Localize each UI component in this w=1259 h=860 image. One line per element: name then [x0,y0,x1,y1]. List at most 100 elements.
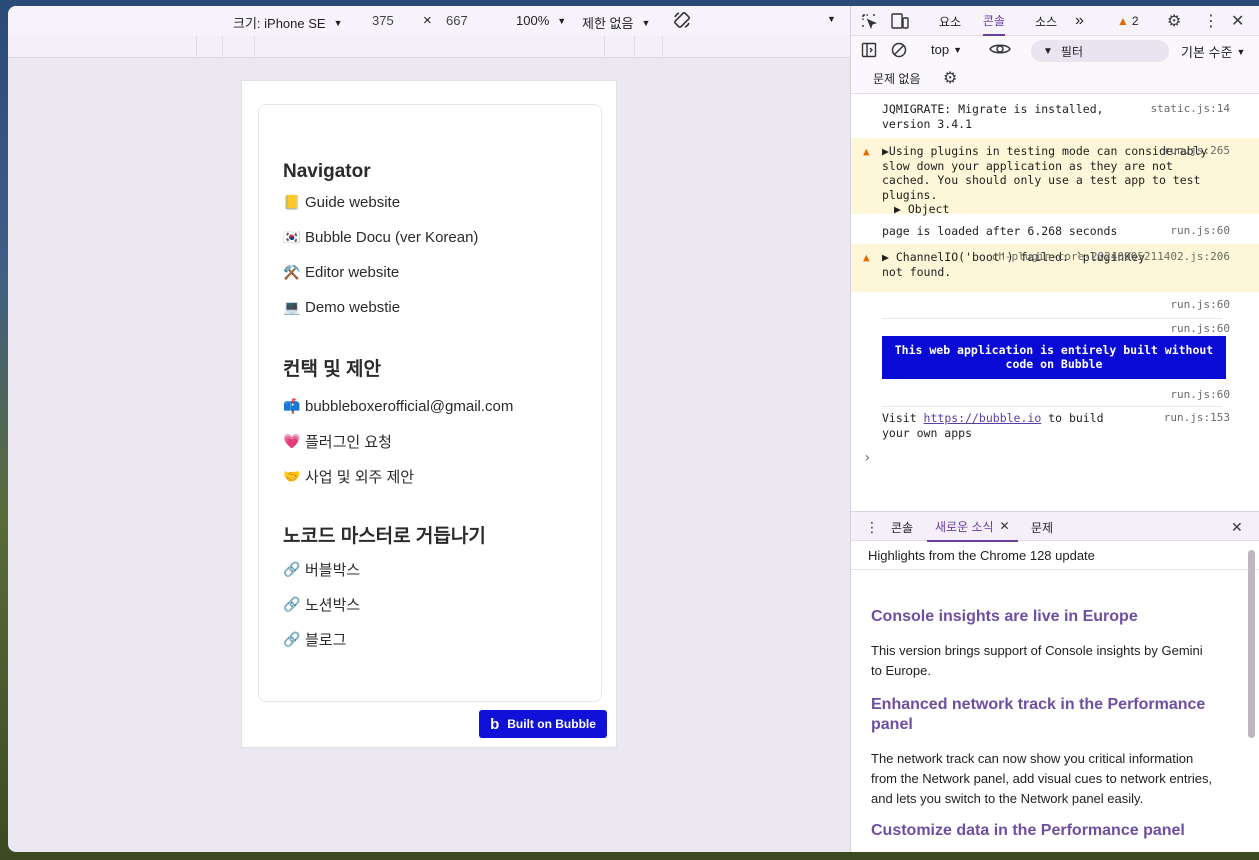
log-level-select[interactable]: 기본 수준 ▼ [1181,42,1245,61]
link-bubblebox[interactable]: 🔗 버블박스 [283,552,486,587]
link-label: Demo webstie [305,299,401,316]
source-link[interactable]: run.js:60 [1170,388,1230,403]
settings-gear-icon[interactable]: ⚙ [1167,6,1181,36]
whats-new-content: Console insights are live in Europe This… [871,570,1216,841]
link-icon: 🔗 [283,631,301,647]
throttle-select[interactable]: 제한 없음 ▼ [582,13,650,32]
bubble-io-link[interactable]: https://bubble.io [924,411,1042,425]
section-title: Navigator [283,161,371,182]
scrollbar[interactable] [1248,550,1255,738]
more-tabs-icon[interactable]: » [1075,6,1084,36]
filter-placeholder: 필터 [1060,44,1083,59]
expand-object[interactable]: ▶ Object [882,202,1259,217]
issues-count: 2 [1131,14,1139,28]
console-message: page is loaded after 6.268 seconds run.j… [851,224,1259,244]
link-bubble-docu[interactable]: 🇰🇷 Bubble Docu (ver Korean) [283,220,478,255]
filter-input[interactable]: ▼ 필터 [1031,40,1169,62]
kebab-menu-icon[interactable]: ⋮ [1203,6,1219,36]
news-heading[interactable]: Enhanced network track in the Performanc… [871,695,1216,735]
mailbox-icon: 📫 [283,398,301,414]
height-value: 667 [446,13,468,28]
source-link[interactable]: run.js:60 [1170,224,1230,239]
close-icon[interactable]: ✕ [1231,6,1244,36]
link-email[interactable]: 📫 bubbleboxerofficial@gmail.com [283,389,513,424]
zoom-select[interactable]: 100% ▼ [516,13,566,28]
sidebar-toggle-icon[interactable] [861,42,877,58]
console-settings-gear-icon[interactable]: ⚙ [943,68,957,88]
devtools-panel: 요소 콘솔 소스 » ▲ 2 ⚙ ⋮ ✕ top ▼ ▼ 필터 기본 수준 ▼ … [850,6,1259,852]
source-link[interactable]: run.js:60 [1170,298,1230,313]
link-icon: 🔗 [283,596,301,612]
link-notionbox[interactable]: 🔗 노션박스 [283,587,486,622]
link-label: 노션박스 [305,597,361,614]
link-label: 버블박스 [305,562,361,579]
close-drawer-icon[interactable]: ✕ [1231,512,1243,542]
navigator-card: Navigator 📒 Guide website 🇰🇷 Bubble Docu (… [258,104,602,702]
device-select[interactable]: 크기: iPhone SE ▼ [233,13,343,32]
drawer-tab-whats-new[interactable]: 새로운 소식 ✕ [927,512,1018,542]
close-tab-icon[interactable]: ✕ [1000,519,1010,533]
whats-new-header: Highlights from the Chrome 128 update [851,542,1259,570]
source-link[interactable]: run.js:153 [1164,411,1230,426]
warning-icon: ▲ [863,145,870,158]
link-label: Editor website [305,264,400,281]
korea-flag-icon: 🇰🇷 [283,229,301,245]
caret-down-icon: ▼ [1236,46,1246,57]
section-navigator: Navigator 📒 Guide website 🇰🇷 Bubble Docu (… [283,161,478,325]
drawer-tab-console[interactable]: 콘솔 [891,512,913,542]
built-on-bubble-badge[interactable]: b Built on Bubble [479,710,607,738]
rotate-icon[interactable] [672,10,692,30]
devtools-tabs: 요소 콘솔 소스 » ▲ 2 ⚙ ⋮ ✕ [851,6,1259,36]
console-message: run.js:60 [851,388,1259,406]
drawer-menu-icon[interactable]: ⋮ [865,512,879,542]
message-text: Visit [882,411,924,425]
link-plugin-request[interactable]: 💗 플러그인 요청 [283,424,513,459]
link-demo-website[interactable]: 💻 Demo webstie [283,290,478,325]
context-select[interactable]: top ▼ [931,42,962,57]
link-blog[interactable]: 🔗 블로그 [283,622,486,657]
tab-label: 새로운 소식 [935,519,994,534]
more-options-caret-icon[interactable]: ▼ [823,14,836,24]
link-business-proposal[interactable]: 🤝 사업 및 외주 제안 [283,459,513,494]
heart-icon: 💗 [283,433,301,449]
issues-button[interactable]: 문제 없음 [873,70,921,87]
section-title: 컨택 및 제안 [283,359,381,380]
issues-label: 문제 없음 [873,72,921,86]
console-prompt[interactable]: › [863,450,871,466]
source-link[interactable]: static.js:14 [1151,102,1230,117]
caret-down-icon: ▼ [953,44,962,55]
warning-icon: ▲ [1117,14,1129,28]
device-toggle-icon[interactable] [891,6,909,36]
link-icon: 🔗 [283,561,301,577]
link-label: 플러그인 요청 [305,434,392,451]
more-symbol: » [1075,12,1084,29]
source-link[interactable]: ch-plugin-core-20240905211402.js:206 [992,250,1230,265]
live-expression-eye-icon[interactable] [989,41,1011,57]
device-viewport: Navigator 📒 Guide website 🇰🇷 Bubble Docu (… [241,80,617,748]
section-contact: 컨택 및 제안 📫 bubbleboxerofficial@gmail.com 💗… [283,354,513,494]
height-input[interactable]: 667 [446,13,468,28]
link-editor-website[interactable]: ⚒️ Editor website [283,255,478,290]
tab-console[interactable]: 콘솔 [983,6,1006,36]
zoom-value: 100% [516,13,550,28]
tools-icon: ⚒️ [283,264,301,280]
console-message: Visit https://bubble.io to build your ow… [851,411,1259,443]
drawer-tab-issues[interactable]: 문제 [1031,512,1053,542]
caret-down-icon: ▼ [333,17,343,28]
news-heading[interactable]: Customize data in the Performance panel [871,821,1216,841]
link-guide-website[interactable]: 📒 Guide website [283,185,478,220]
source-link[interactable]: run.js:265 [1164,144,1230,159]
issues-counter[interactable]: ▲ 2 [1117,6,1139,36]
tab-elements[interactable]: 요소 [939,6,961,36]
tab-label: 문제 [1031,520,1054,535]
source-link[interactable]: run.js:60 [1170,322,1230,337]
inspect-element-icon[interactable] [861,6,877,36]
tab-label: 요소 [939,14,962,29]
news-heading[interactable]: Console insights are live in Europe [871,607,1216,627]
clear-console-icon[interactable] [891,42,907,58]
link-label: bubbleboxerofficial@gmail.com [305,398,514,415]
caret-down-icon: ▼ [557,15,567,26]
whats-new-panel: Highlights from the Chrome 128 update Co… [851,542,1259,852]
width-input[interactable]: 375 [372,13,394,28]
tab-sources[interactable]: 소스 [1035,6,1057,36]
